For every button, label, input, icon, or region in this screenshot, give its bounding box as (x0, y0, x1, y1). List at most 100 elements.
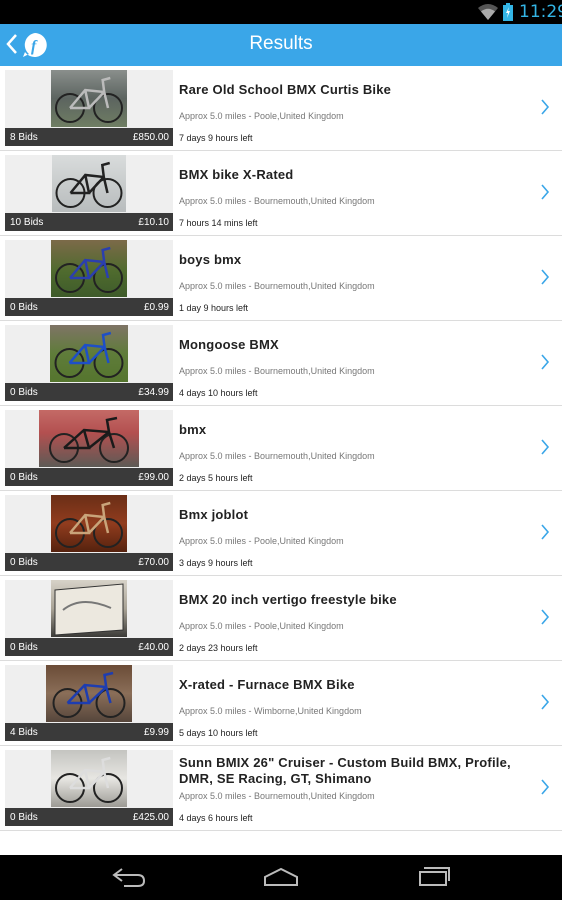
price-bar: 0 Bids £99.00 (5, 468, 173, 486)
listing-thumbnail: 0 Bids £34.99 (5, 325, 173, 401)
chevron-right-icon[interactable] (540, 438, 550, 456)
listing-location: Approx 5.0 miles - Bournemouth,United Ki… (179, 196, 375, 206)
listing-title: BMX 20 inch vertigo freestyle bike (179, 592, 397, 607)
listing-location: Approx 5.0 miles - Poole,United Kingdom (179, 621, 344, 631)
listing-thumbnail: 0 Bids £425.00 (5, 750, 173, 826)
listing-thumbnail: 0 Bids £40.00 (5, 580, 173, 656)
chevron-right-icon[interactable] (540, 268, 550, 286)
listing-row[interactable]: 10 Bids £10.10 BMX bike X-Rated Approx 5… (0, 151, 562, 236)
listing-row[interactable]: 0 Bids £99.00 bmx Approx 5.0 miles - Bou… (0, 406, 562, 491)
listing-location: Approx 5.0 miles - Wimborne,United Kingd… (179, 706, 362, 716)
chevron-right-icon[interactable] (540, 693, 550, 711)
bmx-bike-photo (39, 410, 139, 467)
listing-time-left: 7 hours 14 mins left (179, 218, 258, 228)
action-bar: f Results (0, 24, 562, 66)
listing-title: Mongoose BMX (179, 337, 279, 352)
listing-price: £10.10 (138, 217, 169, 228)
listing-row[interactable]: 0 Bids £34.99 Mongoose BMX Approx 5.0 mi… (0, 321, 562, 406)
listing-price: £425.00 (132, 812, 169, 823)
status-bar: 11:29 (0, 0, 562, 24)
listing-thumbnail: 8 Bids £850.00 (5, 70, 173, 146)
listing-price: £99.00 (138, 472, 169, 483)
price-bar: 8 Bids £850.00 (5, 128, 173, 146)
bid-count: 8 Bids (10, 132, 38, 143)
page-title: Results (249, 33, 313, 54)
listing-title-wrap: BMX 20 inch vertigo freestyle bike (179, 592, 534, 608)
listing-title: boys bmx (179, 252, 242, 267)
chevron-right-icon[interactable] (540, 778, 550, 796)
bmx-bike-photo (51, 750, 127, 807)
bid-count: 4 Bids (10, 727, 38, 738)
bmx-bike-photo (46, 665, 132, 722)
listing-price: £70.00 (138, 557, 169, 568)
chevron-right-icon[interactable] (540, 608, 550, 626)
listing-price: £0.99 (143, 302, 169, 313)
chevron-right-icon[interactable] (540, 523, 550, 541)
listing-time-left: 2 days 23 hours left (179, 643, 258, 653)
listing-location: Approx 5.0 miles - Bournemouth,United Ki… (179, 791, 375, 801)
price-bar: 0 Bids £425.00 (5, 808, 173, 826)
bid-count: 0 Bids (10, 302, 38, 313)
listing-title-wrap: Rare Old School BMX Curtis Bike (179, 82, 534, 98)
listing-row[interactable]: 0 Bids £40.00 BMX 20 inch vertigo freest… (0, 576, 562, 661)
listing-location: Approx 5.0 miles - Bournemouth,United Ki… (179, 281, 375, 291)
listing-location: Approx 5.0 miles - Poole,United Kingdom (179, 536, 344, 546)
bmx-bike-photo (51, 240, 127, 297)
price-bar: 4 Bids £9.99 (5, 723, 173, 741)
listing-row[interactable]: 0 Bids £0.99 boys bmx Approx 5.0 miles -… (0, 236, 562, 321)
chevron-right-icon[interactable] (540, 183, 550, 201)
listing-row[interactable]: 4 Bids £9.99 X-rated - Furnace BMX Bike … (0, 661, 562, 746)
listing-title-wrap: Bmx joblot (179, 507, 534, 523)
listing-time-left: 4 days 6 hours left (179, 813, 253, 823)
bid-count: 0 Bids (10, 472, 38, 483)
listing-title-wrap: Sunn BMIX 26" Cruiser - Custom Build BMX… (179, 755, 534, 787)
listing-title-wrap: Mongoose BMX (179, 337, 534, 353)
listing-thumbnail: 4 Bids £9.99 (5, 665, 173, 741)
chevron-right-icon[interactable] (540, 98, 550, 116)
listing-price: £40.00 (138, 642, 169, 653)
chevron-right-icon[interactable] (540, 353, 550, 371)
wifi-icon (478, 4, 498, 20)
navigation-bar (0, 855, 562, 900)
listing-title: Rare Old School BMX Curtis Bike (179, 82, 392, 97)
bmx-bike-photo (50, 325, 128, 382)
bid-count: 10 Bids (10, 217, 44, 228)
listing-thumbnail: 0 Bids £0.99 (5, 240, 173, 316)
listing-price: £9.99 (143, 727, 169, 738)
listing-time-left: 1 day 9 hours left (179, 303, 249, 313)
listing-time-left: 2 days 5 hours left (179, 473, 253, 483)
bmx-bike-photo (51, 495, 127, 552)
listing-thumbnail: 10 Bids £10.10 (5, 155, 173, 231)
bmx-bike-photo (51, 70, 127, 127)
bid-count: 0 Bids (10, 557, 38, 568)
bid-count: 0 Bids (10, 387, 38, 398)
listing-thumbnail: 0 Bids £70.00 (5, 495, 173, 571)
nav-home-icon[interactable] (262, 865, 300, 889)
listing-price: £34.99 (138, 387, 169, 398)
bmx-bike-photo (52, 155, 126, 212)
listing-title: BMX bike X-Rated (179, 167, 294, 182)
listing-row[interactable]: 0 Bids £70.00 Bmx joblot Approx 5.0 mile… (0, 491, 562, 576)
price-bar: 0 Bids £34.99 (5, 383, 173, 401)
nav-back-icon[interactable] (110, 865, 150, 889)
nav-recents-icon[interactable] (416, 865, 452, 889)
listing-location: Approx 5.0 miles - Bournemouth,United Ki… (179, 366, 375, 376)
listing-time-left: 3 days 9 hours left (179, 558, 253, 568)
listing-title-wrap: X-rated - Furnace BMX Bike (179, 677, 534, 693)
listing-location: Approx 5.0 miles - Poole,United Kingdom (179, 111, 344, 121)
price-bar: 0 Bids £70.00 (5, 553, 173, 571)
listing-row[interactable]: 0 Bids £425.00 Sunn BMIX 26" Cruiser - C… (0, 746, 562, 831)
bid-count: 0 Bids (10, 812, 38, 823)
status-time: 11:29 (519, 2, 562, 22)
listing-row[interactable]: 8 Bids £850.00 Rare Old School BMX Curti… (0, 66, 562, 151)
listing-title: Sunn BMIX 26" Cruiser - Custom Build BMX… (179, 755, 511, 786)
price-bar: 0 Bids £0.99 (5, 298, 173, 316)
listing-title: bmx (179, 422, 207, 437)
results-list: 8 Bids £850.00 Rare Old School BMX Curti… (0, 66, 562, 831)
listing-title-wrap: boys bmx (179, 252, 534, 268)
price-bar: 10 Bids £10.10 (5, 213, 173, 231)
price-bar: 0 Bids £40.00 (5, 638, 173, 656)
listing-time-left: 5 days 10 hours left (179, 728, 258, 738)
listing-price: £850.00 (132, 132, 169, 143)
listing-location: Approx 5.0 miles - Bournemouth,United Ki… (179, 451, 375, 461)
